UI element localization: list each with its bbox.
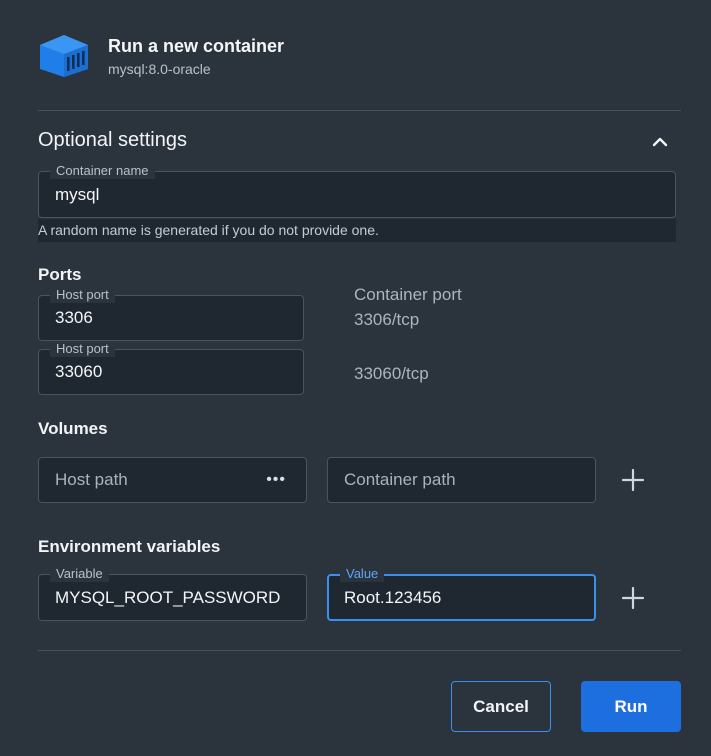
- add-env-plus-icon[interactable]: [621, 586, 645, 610]
- browse-more-icon[interactable]: •••: [266, 471, 286, 489]
- image-name: mysql:8.0-oracle: [108, 61, 211, 77]
- host-path-input[interactable]: Host path •••: [38, 457, 307, 503]
- add-volume-plus-icon[interactable]: [621, 468, 645, 492]
- host-port-value: 33060: [55, 362, 103, 381]
- container-port-value: 3306/tcp: [354, 310, 420, 329]
- optional-settings-title: Optional settings: [38, 129, 187, 151]
- chevron-up-icon[interactable]: [648, 130, 672, 152]
- container-name-helper: A random name is generated if you do not…: [38, 219, 676, 242]
- host-path-placeholder: Host path: [55, 470, 128, 489]
- env-variable-label: Variable: [50, 566, 109, 582]
- env-variable-field[interactable]: Variable MYSQL_ROOT_PASSWORD: [38, 566, 307, 621]
- container-name-field[interactable]: Container name mysql: [38, 163, 676, 218]
- dialog-title: Run a new container: [108, 36, 285, 56]
- container-port-header: Container port: [354, 285, 462, 304]
- container-path-placeholder: Container path: [344, 470, 456, 489]
- container-port-value: 33060/tcp: [354, 364, 429, 383]
- host-port-label: Host port: [50, 341, 115, 357]
- footer-divider: [38, 650, 681, 651]
- host-port-field[interactable]: Host port 3306: [38, 287, 304, 341]
- host-port-value: 3306: [55, 308, 93, 327]
- host-port-field[interactable]: Host port 33060: [38, 341, 304, 395]
- container-name-label: Container name: [50, 163, 155, 179]
- volumes-title: Volumes: [38, 419, 108, 438]
- container-box-icon: [40, 35, 88, 77]
- env-value-field[interactable]: Value Root.123456: [327, 566, 596, 621]
- container-path-input[interactable]: Container path: [327, 457, 596, 503]
- run-button[interactable]: Run: [581, 681, 681, 732]
- ports-title: Ports: [38, 265, 82, 284]
- cancel-button[interactable]: Cancel: [451, 681, 551, 732]
- env-vars-title: Environment variables: [38, 537, 221, 556]
- host-port-label: Host port: [50, 287, 115, 303]
- env-variable-value: MYSQL_ROOT_PASSWORD: [55, 587, 281, 607]
- header-divider: [38, 110, 681, 111]
- env-value-label: Value: [340, 566, 385, 582]
- env-value-value: Root.123456: [344, 587, 442, 607]
- container-name-value: mysql: [55, 184, 100, 204]
